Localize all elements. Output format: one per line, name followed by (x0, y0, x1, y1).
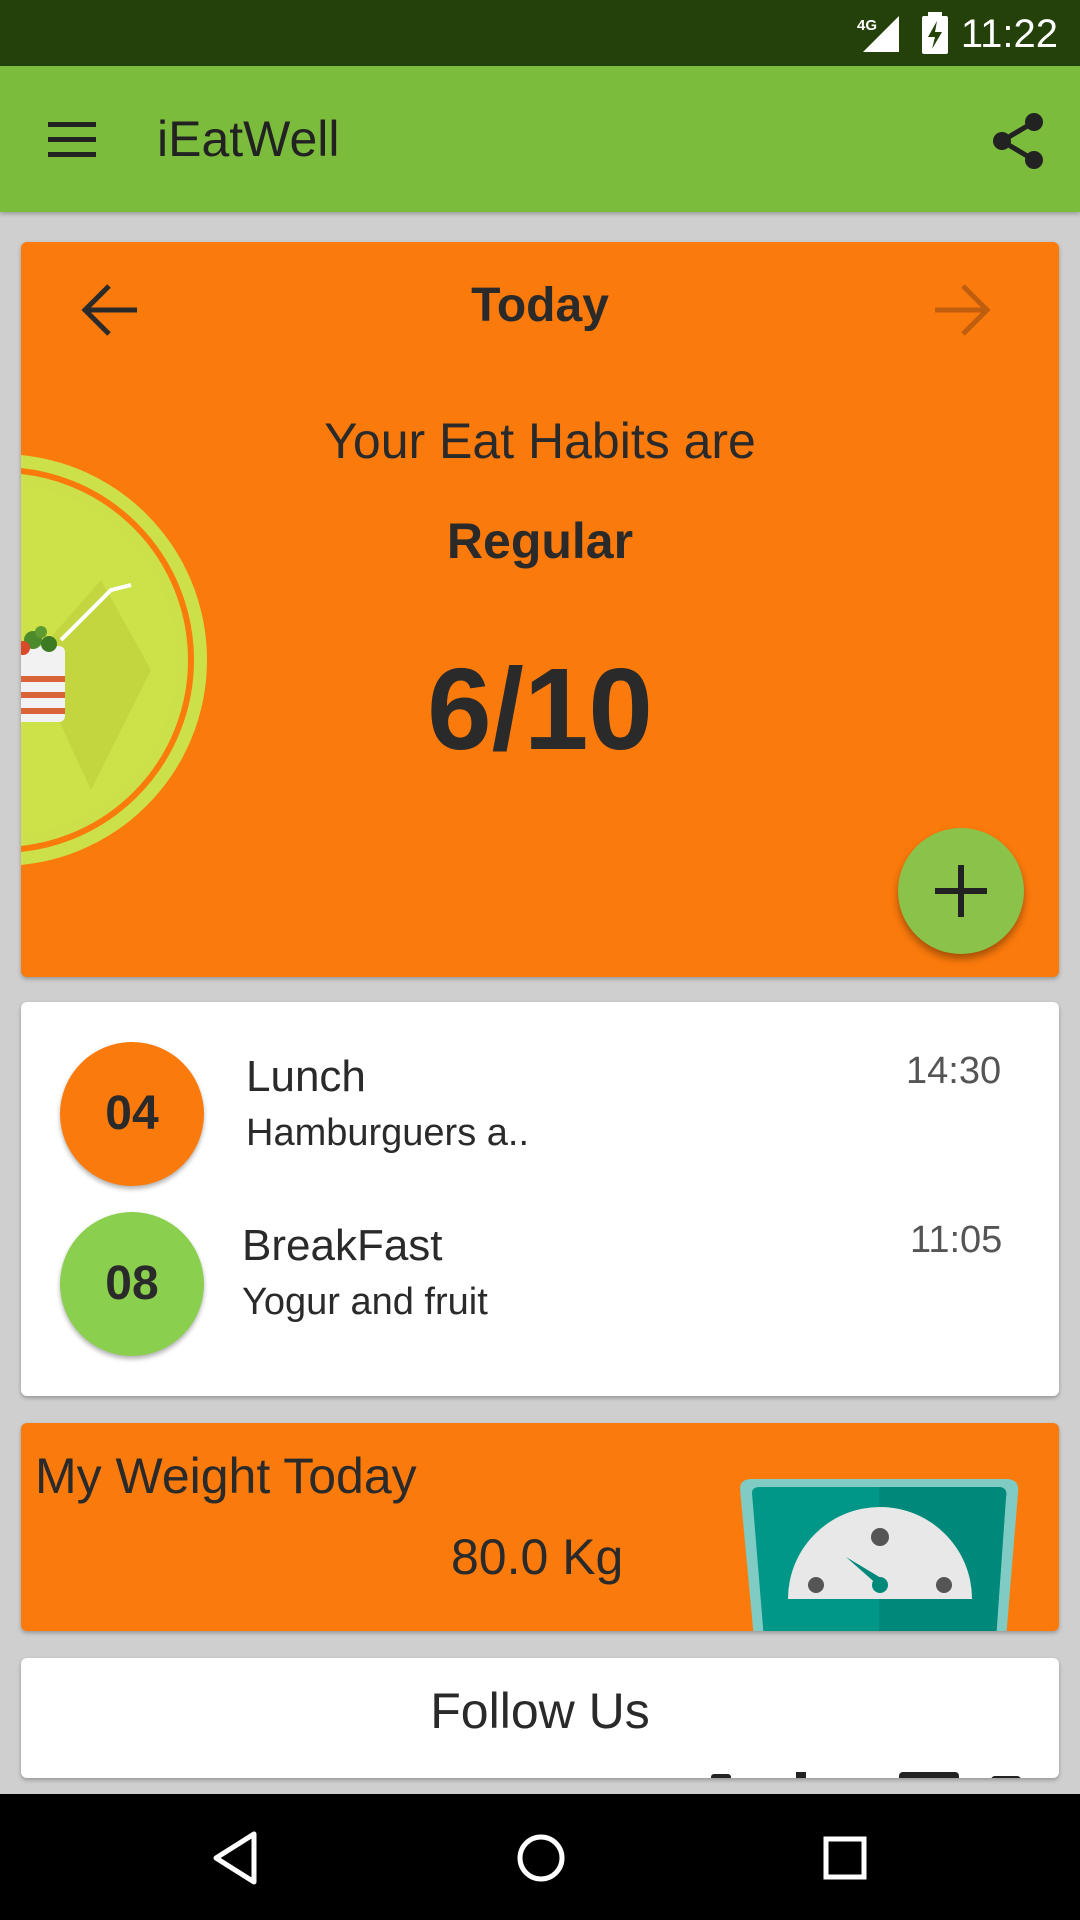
meal-item-breakfast[interactable]: 08 BreakFast Yogur and fruit 11:05 (21, 1195, 1059, 1356)
status-time: 11:22 (960, 12, 1058, 56)
app-title: iEatWell (157, 111, 340, 167)
follow-us-card: Follow Us (21, 1658, 1059, 1778)
share-icon[interactable] (990, 111, 1046, 171)
menu-icon[interactable] (46, 118, 98, 160)
app-bar: iEatWell (0, 66, 1080, 212)
meal-time: 11:05 (910, 1219, 1003, 1261)
scale-icon (736, 1479, 1026, 1631)
battery-charging-icon (920, 12, 950, 59)
follow-us-label: Follow Us (430, 1683, 650, 1739)
habit-level: Regular (446, 513, 634, 569)
nav-recents-icon[interactable] (820, 1830, 870, 1891)
day-label: Today (471, 279, 609, 332)
navigation-bar (0, 1794, 1080, 1920)
weight-card[interactable]: My Weight Today 80.0 Kg (21, 1423, 1059, 1631)
network-type: 4G (857, 17, 877, 34)
facebook-icon (711, 1774, 731, 1778)
add-icon (935, 865, 987, 917)
meal-description: Hamburguers a.. (246, 1112, 530, 1154)
meal-count-badge: 04 (60, 1042, 204, 1186)
weight-value: 80.0 Kg (451, 1529, 624, 1585)
meal-count-badge: 08 (60, 1212, 204, 1356)
meals-card: 04 Lunch Hamburguers a.. 14:30 08 BreakF… (21, 1002, 1059, 1396)
google-plus-icon (991, 1776, 1021, 1778)
nav-back-icon[interactable] (210, 1830, 260, 1891)
habit-score: 6/10 (427, 644, 653, 774)
social-icons (681, 1766, 1059, 1778)
nav-home-icon[interactable] (514, 1830, 568, 1891)
meal-time: 14:30 (906, 1050, 1002, 1092)
youtube-icon (899, 1772, 959, 1778)
weight-label: My Weight Today (35, 1448, 417, 1504)
meal-name: BreakFast (242, 1221, 443, 1270)
meal-name: Lunch (246, 1052, 366, 1101)
status-bar: 4G 11:22 (0, 0, 1080, 66)
eat-habits-card: Today Your Eat Habits are Regular 6/10 (21, 242, 1059, 977)
habit-text: Your Eat Habits are (324, 413, 756, 469)
add-meal-button[interactable] (898, 828, 1024, 954)
meal-item-lunch[interactable]: 04 Lunch Hamburguers a.. 14:30 (21, 1024, 1059, 1186)
linkedin-icon (796, 1772, 806, 1778)
meal-description: Yogur and fruit (242, 1281, 488, 1323)
next-day-arrow-icon[interactable] (929, 278, 993, 342)
signal-icon: 4G (855, 14, 901, 59)
